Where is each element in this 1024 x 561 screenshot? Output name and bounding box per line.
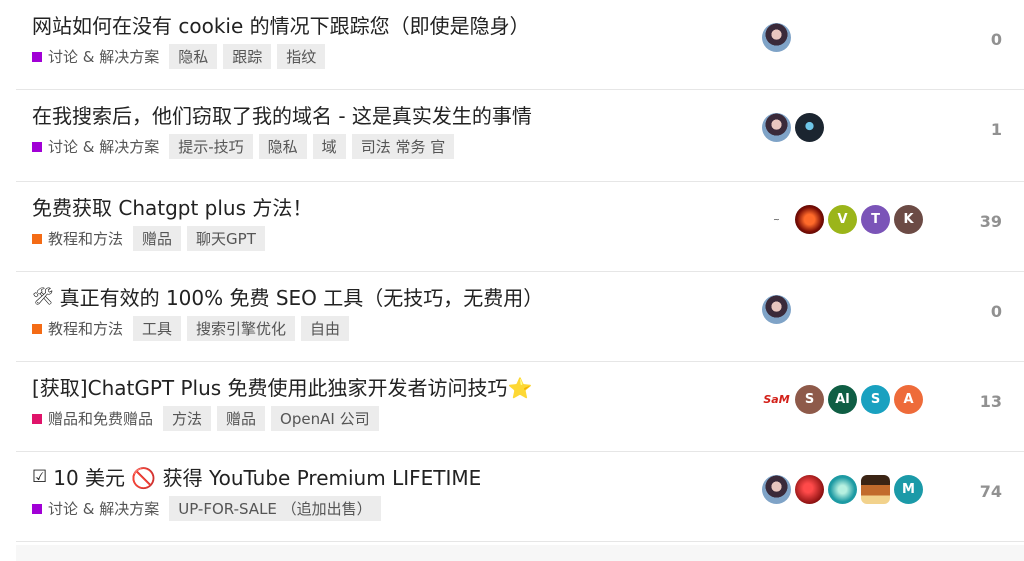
topic-row[interactable]: ☑ 10 美元 🚫 获得 YouTube Premium LIFETIME 讨论 &… — [16, 452, 1024, 542]
topic-tag[interactable]: 指纹 — [277, 44, 326, 69]
poster-avatar[interactable] — [795, 204, 824, 234]
poster-avatars: SaM S Al S A — [762, 383, 923, 415]
category-color-square — [32, 51, 42, 62]
poster-avatar[interactable]: S — [861, 384, 890, 414]
topic-row[interactable]: 免费获取 Chatgpt plus 方法！ 教程和方法 赠品 聊天GPT ~ V T K 39 — [16, 182, 1024, 272]
topic-title[interactable]: 免费获取 Chatgpt plus 方法！ — [32, 192, 312, 221]
topic-row[interactable]: 网站如何在没有 cookie 的情况下跟踪您（即使是隐身） 讨论 & 解决方案 隐私… — [16, 0, 1024, 90]
poster-avatar[interactable] — [762, 474, 791, 504]
poster-avatars — [762, 293, 791, 325]
list-footer — [16, 545, 1024, 561]
category-color-square — [32, 323, 42, 334]
topic-prefix-icon: 🛠 — [32, 286, 54, 307]
poster-avatars — [762, 21, 791, 53]
topic-title-text: 10 美元 🚫 获得 YouTube Premium LIFETIME — [53, 466, 482, 490]
poster-avatar[interactable]: M — [894, 474, 923, 504]
topic-tag[interactable]: 司法 常务 官 — [351, 134, 455, 159]
topic-title[interactable]: 网站如何在没有 cookie 的情况下跟踪您（即使是隐身） — [32, 10, 530, 39]
topic-meta: 讨论 & 解决方案 提示-技巧 隐私域司法 常务 官 — [32, 134, 455, 159]
reply-count[interactable]: 1 — [962, 120, 1002, 139]
reply-count[interactable]: 74 — [962, 482, 1002, 501]
poster-avatar[interactable]: V — [828, 204, 857, 234]
topic-title-text: [获取]ChatGPT Plus 免费使用此独家开发者访问技巧⭐ — [32, 376, 533, 400]
category-label: 讨论 & 解决方案 — [48, 48, 160, 66]
category-badge[interactable]: 教程和方法 — [32, 228, 123, 249]
topic-tag[interactable]: UP-FOR-SALE （追加出售） — [169, 496, 381, 521]
topic-tag[interactable]: 赠品 — [133, 226, 182, 251]
poster-avatar[interactable] — [762, 112, 791, 142]
category-color-square — [32, 233, 42, 244]
poster-avatar[interactable] — [762, 294, 791, 324]
poster-avatar[interactable]: ~ — [762, 204, 791, 234]
poster-avatar[interactable] — [762, 22, 791, 52]
topic-tag[interactable]: 域 — [312, 134, 346, 159]
reply-count[interactable]: 13 — [962, 392, 1002, 411]
topic-row[interactable]: 🛠 真正有效的 100% 免费 SEO 工具（无技巧，无费用） 教程和方法 工具 搜索引… — [16, 272, 1024, 362]
topic-row[interactable]: [获取]ChatGPT Plus 免费使用此独家开发者访问技巧⭐ 赠品和免费赠品方… — [16, 362, 1024, 452]
topic-tag[interactable]: 隐私 — [258, 134, 307, 159]
topic-prefix-icon: ☑ — [32, 466, 48, 487]
topic-title[interactable]: 在我搜索后，他们窃取了我的域名 - 这是真实发生的事情 — [32, 100, 532, 129]
topic-title-text: 在我搜索后，他们窃取了我的域名 - 这是真实发生的事情 — [32, 104, 532, 128]
category-color-square — [32, 141, 42, 152]
topic-tag[interactable]: 工具 — [133, 316, 182, 341]
topic-tag[interactable]: OpenAI 公司 — [271, 406, 379, 431]
poster-avatar[interactable]: SaM — [762, 384, 791, 414]
category-label: 教程和方法 — [48, 230, 124, 248]
category-label: 教程和方法 — [48, 320, 124, 338]
poster-avatar[interactable]: A — [894, 384, 923, 414]
category-label: 讨论 & 解决方案 — [48, 500, 160, 518]
topic-title[interactable]: [获取]ChatGPT Plus 免费使用此独家开发者访问技巧⭐ — [32, 372, 532, 401]
reply-count[interactable]: 39 — [962, 212, 1002, 231]
poster-avatar[interactable]: S — [795, 384, 824, 414]
poster-avatar[interactable]: K — [894, 204, 923, 234]
poster-avatar[interactable]: Al — [828, 384, 857, 414]
topic-tag[interactable]: 搜索引擎优化 — [187, 316, 296, 341]
poster-avatars: ~ V T K — [762, 203, 923, 235]
topic-title[interactable]: 🛠 真正有效的 100% 免费 SEO 工具（无技巧，无费用） — [32, 282, 543, 311]
category-badge[interactable]: 讨论 & 解决方案 — [32, 498, 159, 519]
category-badge[interactable]: 讨论 & 解决方案 — [32, 136, 159, 157]
topic-title-text: 真正有效的 100% 免费 SEO 工具（无技巧，无费用） — [59, 286, 544, 310]
category-badge[interactable]: 教程和方法 — [32, 318, 123, 339]
reply-count[interactable]: 0 — [962, 30, 1002, 49]
category-badge[interactable]: 讨论 & 解决方案 — [32, 46, 159, 67]
poster-avatar[interactable] — [795, 112, 824, 142]
topic-tag[interactable]: 自由 — [301, 316, 350, 341]
topic-tag[interactable]: 聊天GPT — [187, 226, 265, 251]
topic-tag[interactable]: 提示-技巧 — [169, 134, 253, 159]
topic-list: 网站如何在没有 cookie 的情况下跟踪您（即使是隐身） 讨论 & 解决方案 隐私… — [16, 0, 1024, 542]
poster-avatar[interactable] — [861, 474, 890, 504]
topic-title-text: 网站如何在没有 cookie 的情况下跟踪您（即使是隐身） — [32, 14, 530, 38]
topic-tag[interactable]: 方法 — [163, 406, 212, 431]
poster-avatar[interactable]: T — [861, 204, 890, 234]
topic-tag[interactable]: 赠品 — [217, 406, 266, 431]
poster-avatar[interactable] — [828, 474, 857, 504]
topic-meta: 教程和方法 赠品 聊天GPT — [32, 226, 265, 251]
poster-avatar[interactable] — [795, 474, 824, 504]
topic-title-text: 免费获取 Chatgpt plus 方法！ — [32, 196, 313, 220]
category-label: 赠品和免费赠品 — [48, 410, 154, 428]
category-badge[interactable]: 赠品和免费赠品 — [32, 408, 153, 429]
reply-count[interactable]: 0 — [962, 302, 1002, 321]
topic-title[interactable]: ☑ 10 美元 🚫 获得 YouTube Premium LIFETIME — [32, 462, 481, 491]
topic-meta: 教程和方法 工具 搜索引擎优化 自由 — [32, 316, 350, 341]
topic-meta: 讨论 & 解决方案 UP-FOR-SALE （追加出售） — [32, 496, 381, 521]
category-label: 讨论 & 解决方案 — [48, 138, 160, 156]
poster-avatars: M — [762, 473, 923, 505]
topic-meta: 讨论 & 解决方案 隐私 跟踪 指纹 — [32, 44, 326, 69]
topic-meta: 赠品和免费赠品 方法 赠品 OpenAI 公司 — [32, 406, 379, 431]
topic-tag[interactable]: 隐私 — [169, 44, 218, 69]
poster-avatars — [762, 111, 824, 143]
topic-row[interactable]: 在我搜索后，他们窃取了我的域名 - 这是真实发生的事情 讨论 & 解决方案 提示-技… — [16, 90, 1024, 182]
category-color-square — [32, 503, 42, 514]
category-color-square — [32, 413, 42, 424]
topic-tag[interactable]: 跟踪 — [223, 44, 272, 69]
